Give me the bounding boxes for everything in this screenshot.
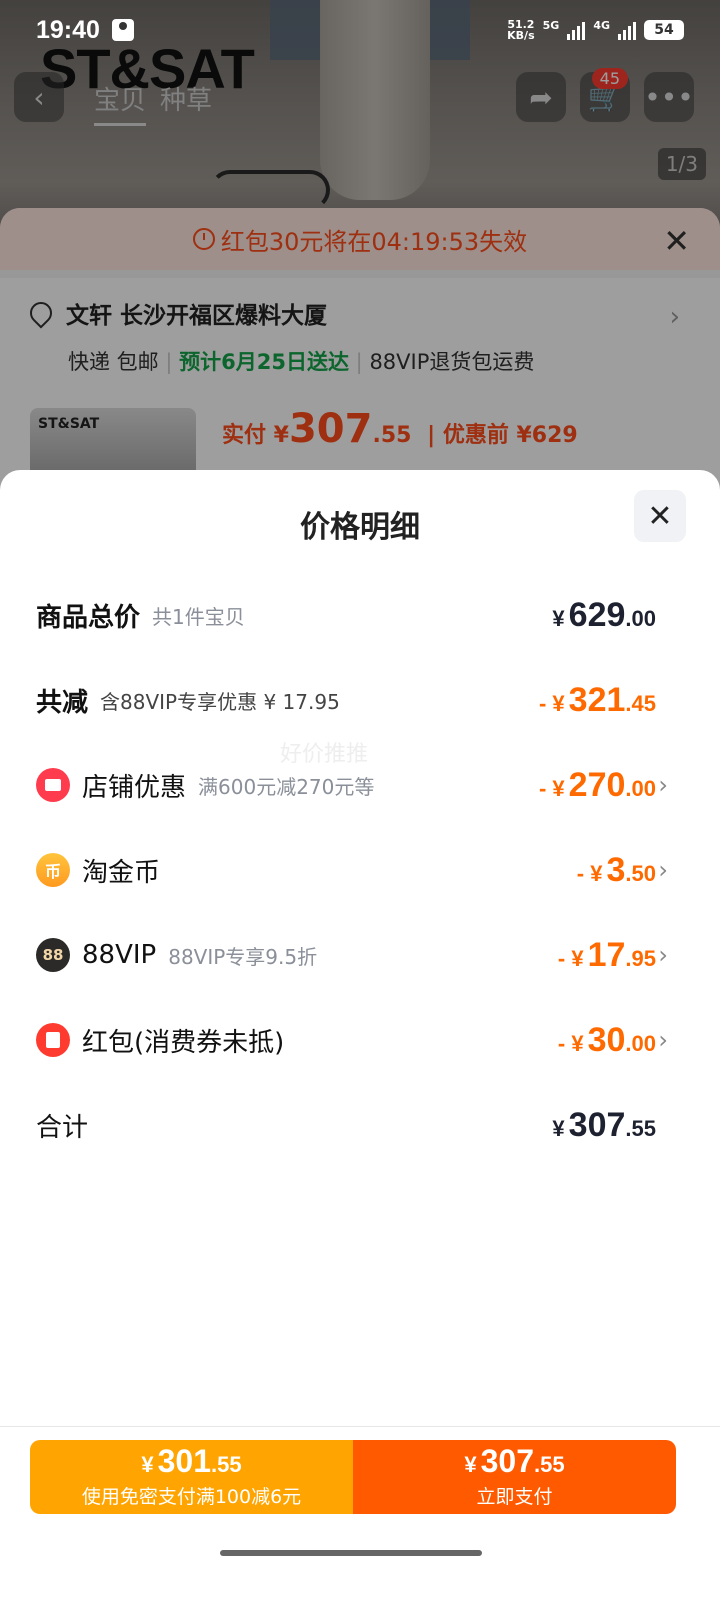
- row-label: 合计: [36, 1112, 89, 1143]
- network-speed: 51.2 KB/s: [507, 18, 535, 42]
- chevron-right-icon: ›: [658, 856, 668, 884]
- row-amount: - ¥270.00: [538, 765, 656, 804]
- row-label: 淘金币: [82, 857, 161, 888]
- status-bar: 19:40 51.2 KB/s 5G 4G 54: [0, 0, 720, 60]
- password-free-pay-button[interactable]: ¥301.55 使用免密支付满100减6元: [30, 1440, 353, 1514]
- signal-icon: [618, 20, 636, 40]
- row-sum: 合计 ¥307.55: [36, 1100, 656, 1150]
- signal-4g-label: 4G: [593, 19, 610, 32]
- close-icon: ✕: [647, 498, 673, 534]
- home-indicator[interactable]: [220, 1550, 482, 1556]
- pay-caption: 立即支付: [476, 1485, 553, 1508]
- pay-amount: ¥307.55: [464, 1442, 565, 1479]
- row-amount: ¥307.55: [552, 1105, 656, 1144]
- row-amount: - ¥3.50: [576, 850, 656, 889]
- chevron-right-icon: ›: [658, 941, 668, 969]
- row-amount: - ¥321.45: [538, 680, 656, 719]
- coin-icon: 币: [36, 853, 70, 887]
- chevron-right-icon: ›: [658, 771, 668, 799]
- pay-caption: 使用免密支付满100减6元: [81, 1485, 302, 1508]
- shop-icon: [36, 768, 70, 802]
- row-label: 共减: [36, 687, 89, 718]
- row-label: 88VIP: [82, 940, 157, 970]
- row-label: 红包(消费券未抵): [82, 1027, 285, 1058]
- row-redpacket[interactable]: 红包(消费券未抵) - ¥30.00 ›: [36, 1015, 668, 1065]
- row-sub: 满600元减270元等: [198, 774, 375, 799]
- pay-now-button[interactable]: ¥307.55 立即支付: [353, 1440, 676, 1514]
- row-amount: - ¥17.95: [557, 935, 656, 974]
- row-sub: 共1件宝贝: [152, 604, 245, 629]
- row-taojinbi[interactable]: 币 淘金币 - ¥3.50 ›: [36, 845, 668, 895]
- price-detail-modal: 价格明细 ✕ 商品总价 共1件宝贝 ¥629.00 共减 含88VIP专享优惠 …: [0, 470, 720, 1600]
- row-label: 店铺优惠: [82, 772, 187, 803]
- row-total-reduction: 共减 含88VIP专享优惠 ¥ 17.95 - ¥321.45: [36, 675, 656, 725]
- vip-icon: 88: [36, 938, 70, 972]
- modal-title: 价格明细: [300, 510, 420, 545]
- modal-close-button[interactable]: ✕: [634, 490, 686, 542]
- row-sub: 88VIP专享9.5折: [168, 944, 318, 969]
- redpacket-icon: [36, 1023, 70, 1057]
- notification-icon: [111, 19, 134, 41]
- row-amount: ¥629.00: [552, 595, 656, 634]
- watermark: 好价推推: [280, 742, 369, 767]
- pay-buttons: ¥301.55 使用免密支付满100减6元 ¥307.55 立即支付: [30, 1440, 676, 1514]
- clock-time: 19:40: [36, 15, 100, 44]
- chevron-right-icon: ›: [658, 1026, 668, 1054]
- row-total-price: 商品总价 共1件宝贝 ¥629.00: [36, 590, 656, 640]
- row-sub: 含88VIP专享优惠 ¥ 17.95: [100, 689, 340, 714]
- signal-icon: [567, 20, 586, 40]
- signal-5g-label: 5G: [542, 19, 560, 32]
- row-88vip[interactable]: 88 88VIP 88VIP专享9.5折 - ¥17.95 ›: [36, 930, 668, 980]
- battery-icon: 54: [644, 20, 684, 40]
- row-amount: - ¥30.00: [557, 1020, 656, 1059]
- pay-amount: ¥301.55: [141, 1442, 242, 1479]
- divider: [0, 1426, 720, 1427]
- row-label: 商品总价: [36, 602, 141, 633]
